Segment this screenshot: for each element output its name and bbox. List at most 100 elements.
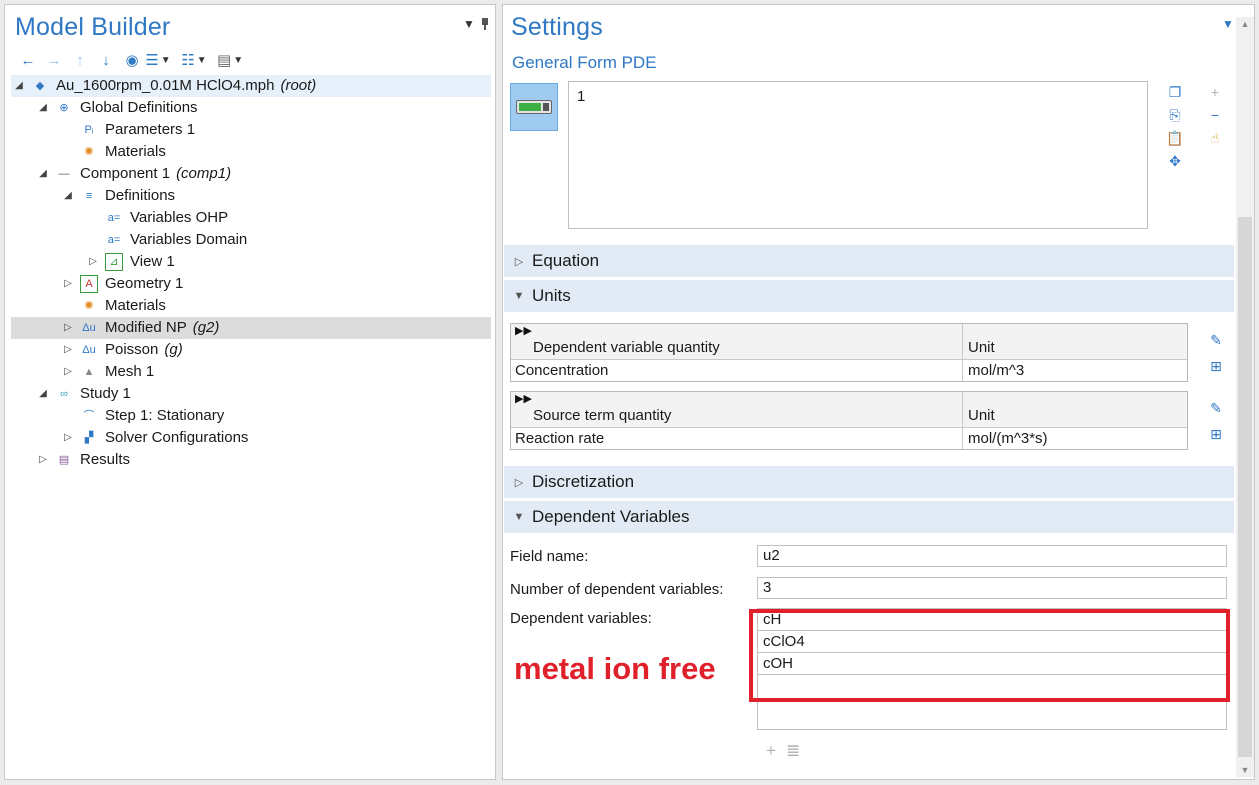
tree-item[interactable]: ▷ A Geometry 1 [11, 273, 491, 295]
expression-toggle-button[interactable] [510, 83, 558, 131]
dependent-vars-label: Dependent variables: [510, 610, 652, 627]
section-dependent-variables[interactable]: ▼ Dependent Variables [504, 501, 1234, 533]
panel-menu-caret-icon[interactable]: ▼ [463, 17, 475, 31]
paste-icon[interactable]: ⎘ [1166, 106, 1184, 124]
section-discretization[interactable]: ▷ Discretization [504, 466, 1234, 498]
tree-item-label: Variables Domain [130, 231, 248, 248]
back-arrow-icon[interactable]: ← [15, 49, 41, 71]
tree-item[interactable]: ✺ Materials [11, 141, 491, 163]
expanded-arrow-icon: ▼ [513, 511, 525, 523]
add-icon[interactable]: + [766, 741, 776, 761]
tree-item-label: Au_1600rpm_0.01M HClO4.mph [56, 77, 275, 94]
tree-item[interactable]: ◢ ⊕ Global Definitions [11, 97, 491, 119]
tree-item[interactable]: ▷ ▤ Results [11, 449, 491, 471]
add-icon[interactable]: + [1206, 83, 1224, 101]
materials-icon: ✺ [84, 146, 94, 158]
unit-cell[interactable]: mol/(m^3*s) [963, 428, 1187, 449]
tree-item-label: Study 1 [80, 385, 131, 402]
source-term-unit-table: ▶▶ Source term quantity Unit Reaction ra… [510, 391, 1188, 450]
move-up-icon[interactable]: ↑ [67, 49, 93, 71]
pin-icon[interactable] [481, 18, 489, 30]
field-name-input[interactable]: u2 [757, 545, 1227, 567]
model-icon: ◆ [35, 80, 45, 92]
move-down-icon[interactable]: ↓ [93, 49, 119, 71]
annotation-highlight-box [749, 609, 1230, 702]
scroll-thumb[interactable] [1238, 217, 1252, 757]
tree-expander-icon[interactable]: ◢ [62, 185, 74, 207]
tree-item[interactable]: ◢ ≡ Definitions [11, 185, 491, 207]
panel-menu-caret-icon[interactable]: ▼ [1222, 17, 1234, 31]
tree-item-tag: (root) [280, 77, 317, 94]
tree-item[interactable]: ◢ ∞ Study 1 [11, 383, 491, 405]
tree-item[interactable]: ▷ Δu Poisson (g) [11, 339, 491, 361]
tree-item[interactable]: ▷ ▲ Mesh 1 [11, 361, 491, 383]
tree-item[interactable]: ▷ ▞ Solver Configurations [11, 427, 491, 449]
tree-item[interactable]: a= Variables Domain [11, 229, 491, 251]
mesh-icon: ▲ [83, 366, 95, 378]
tree-item[interactable]: ◢ ◆ Au_1600rpm_0.01M HClO4.mph (root) [11, 75, 491, 97]
unit-table-header: ▶▶ Dependent variable quantity Unit [511, 324, 1187, 360]
settings-scrollbar[interactable]: ▲ ▼ [1236, 17, 1254, 777]
copy-icon[interactable]: ❐ [1166, 83, 1184, 101]
edit-table-icon[interactable]: ✎ [1207, 331, 1225, 349]
clipboard-icon[interactable]: 📋 [1166, 129, 1184, 147]
pde-icon: Δu [82, 344, 96, 356]
tree-expander-icon[interactable]: ▷ [37, 449, 49, 471]
section-equation[interactable]: ▷ Equation [504, 245, 1234, 277]
tree-item-label: View 1 [130, 253, 175, 270]
edit-table-icon[interactable]: ✎ [1207, 399, 1225, 417]
move-cross-icon[interactable]: ✥ [1166, 152, 1184, 170]
tree-item-label: Mesh 1 [105, 363, 155, 380]
remove-icon[interactable]: − [1206, 106, 1224, 124]
tree-expander-icon[interactable]: ▷ [62, 361, 74, 383]
tree-expander-icon[interactable]: ▷ [62, 273, 74, 295]
tree-item[interactable]: ▷ Δu Modified NP (g2) [11, 317, 491, 339]
geometry-icon: A [80, 275, 98, 293]
tree-item[interactable]: ◢ — Component 1 (comp1) [11, 163, 491, 185]
tree-expander-icon[interactable]: ▷ [87, 251, 99, 273]
unit-table-tools: ✎ ⊞ [1207, 331, 1225, 375]
quantity-cell: Reaction rate [511, 428, 963, 449]
clear-list-icon[interactable]: ≣ [786, 741, 800, 761]
results-icon: ▤ [58, 454, 70, 466]
scroll-down-icon[interactable]: ▼ [1236, 765, 1254, 775]
tree-expander-icon[interactable]: ◢ [37, 383, 49, 405]
tree-item[interactable]: Pᵢ Parameters 1 [11, 119, 491, 141]
num-vars-input[interactable]: 3 [757, 577, 1227, 599]
fast-forward-icon[interactable]: ▶▶ [515, 392, 532, 424]
variables-icon: a= [107, 234, 121, 246]
tree-expander-icon[interactable]: ▷ [62, 317, 74, 339]
tree-expander-icon[interactable]: ◢ [13, 75, 25, 97]
scroll-up-icon[interactable]: ▲ [1236, 19, 1254, 29]
table-row[interactable]: Reaction rate mol/(m^3*s) [511, 428, 1187, 449]
tree-item[interactable]: ▷ ⊿ View 1 [11, 251, 491, 273]
model-builder-panel: Model Builder ▼ ← → ↑ ↓ ◉ ☰ ▼ ☷ ▼ ▤ ▼ ◢ ◆ Au_… [4, 4, 496, 780]
fast-forward-icon[interactable]: ▶▶ [515, 324, 532, 356]
tree-expander-icon[interactable]: ▷ [62, 427, 74, 449]
show-icon[interactable]: ◉ [119, 49, 145, 71]
tree-item[interactable]: ⌒ Step 1: Stationary [11, 405, 491, 427]
solver-icon: ▞ [84, 432, 94, 444]
tree-item[interactable]: ✺ Materials [11, 295, 491, 317]
select-hand-icon[interactable]: ☝ [1206, 129, 1224, 147]
expression-textarea[interactable]: 1 [568, 81, 1148, 229]
table-row[interactable]: Concentration mol/m^3 [511, 360, 1187, 381]
annotation-text: metal ion free [514, 651, 716, 686]
table-layout-icon[interactable]: ⊞ [1207, 357, 1225, 375]
forward-arrow-icon[interactable]: → [41, 49, 67, 71]
settings-subtitle: General Form PDE [512, 53, 657, 72]
collapse-tree-icon[interactable]: ☷ ▼ [181, 49, 207, 71]
settings-title: Settings [511, 13, 603, 41]
expand-tree-icon[interactable]: ☰ ▼ [145, 49, 171, 71]
model-builder-title: Model Builder [15, 13, 171, 41]
tree-item[interactable]: a= Variables OHP [11, 207, 491, 229]
unit-cell[interactable]: mol/m^3 [963, 360, 1187, 381]
settings-panel: Settings ▼ General Form PDE 1 ❐ ⎘ 📋 ✥ + … [502, 4, 1255, 780]
view-options-icon[interactable]: ▤ ▼ [217, 49, 243, 71]
section-units[interactable]: ▼ Units [504, 280, 1234, 312]
tree-expander-icon[interactable]: ◢ [37, 163, 49, 185]
table-layout-icon[interactable]: ⊞ [1207, 425, 1225, 443]
tree-expander-icon[interactable]: ◢ [37, 97, 49, 119]
tree-expander-icon[interactable]: ▷ [62, 339, 74, 361]
component-icon: — [58, 168, 70, 180]
